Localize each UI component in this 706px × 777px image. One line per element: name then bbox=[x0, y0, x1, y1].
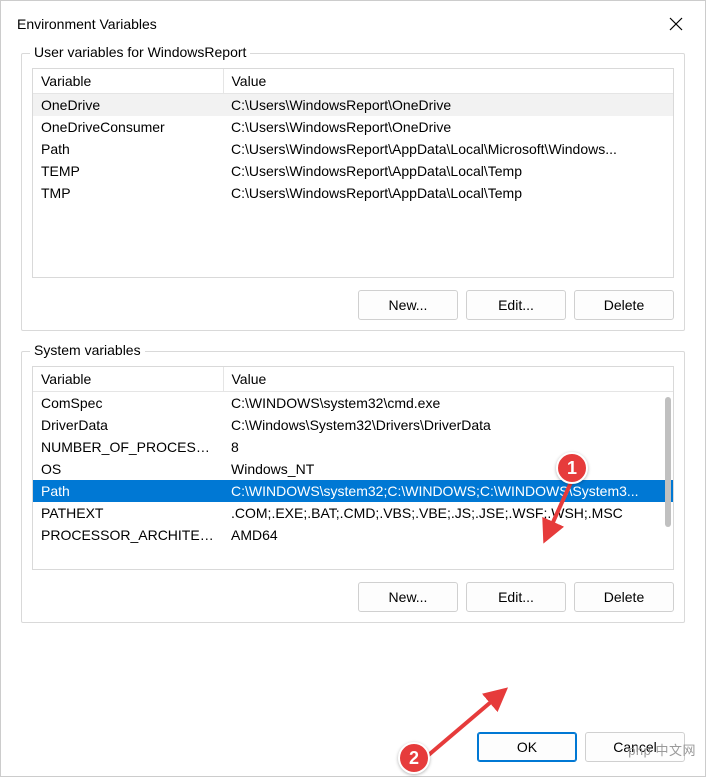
table-row[interactable]: TMPC:\Users\WindowsReport\AppData\Local\… bbox=[33, 182, 673, 204]
cell-variable: DriverData bbox=[33, 414, 223, 436]
dialog-buttons: OK Cancel bbox=[1, 728, 705, 776]
cell-variable: TEMP bbox=[33, 160, 223, 182]
user-delete-button[interactable]: Delete bbox=[574, 290, 674, 320]
table-row[interactable]: OneDriveConsumerC:\Users\WindowsReport\O… bbox=[33, 116, 673, 138]
user-vars-buttons: New... Edit... Delete bbox=[32, 290, 674, 320]
col-header-variable[interactable]: Variable bbox=[33, 69, 223, 94]
cell-variable: PATHEXT bbox=[33, 502, 223, 524]
close-button[interactable] bbox=[661, 9, 691, 39]
user-vars-table-wrap: Variable Value OneDriveC:\Users\WindowsR… bbox=[32, 68, 674, 278]
titlebar: Environment Variables bbox=[1, 1, 705, 47]
cell-variable: Path bbox=[33, 138, 223, 160]
user-vars-label: User variables for WindowsReport bbox=[30, 44, 250, 60]
system-vars-group: System variables Variable Value ComSpecC… bbox=[21, 351, 685, 623]
cell-value: C:\Users\WindowsReport\AppData\Local\Mic… bbox=[223, 138, 673, 160]
dialog-content: User variables for WindowsReport Variabl… bbox=[1, 47, 705, 728]
table-row[interactable]: PROCESSOR_ARCHITECTU...AMD64 bbox=[33, 524, 673, 546]
cell-value: Windows_NT bbox=[223, 458, 673, 480]
cell-value: C:\WINDOWS\system32;C:\WINDOWS;C:\WINDOW… bbox=[223, 480, 673, 502]
table-row[interactable]: PathC:\WINDOWS\system32;C:\WINDOWS;C:\WI… bbox=[33, 480, 673, 502]
user-vars-table[interactable]: Variable Value OneDriveC:\Users\WindowsR… bbox=[33, 69, 673, 204]
cell-value: C:\Users\WindowsReport\AppData\Local\Tem… bbox=[223, 160, 673, 182]
cell-variable: OneDrive bbox=[33, 94, 223, 117]
system-vars-label: System variables bbox=[30, 342, 145, 358]
cell-value: 8 bbox=[223, 436, 673, 458]
system-vars-table-wrap: Variable Value ComSpecC:\WINDOWS\system3… bbox=[32, 366, 674, 570]
cell-value: C:\Windows\System32\Drivers\DriverData bbox=[223, 414, 673, 436]
watermark: php 中文网 bbox=[628, 740, 696, 759]
table-header-row: Variable Value bbox=[33, 69, 673, 94]
system-vars-scrollbar[interactable] bbox=[665, 397, 671, 527]
cell-variable: PROCESSOR_ARCHITECTU... bbox=[33, 524, 223, 546]
table-row[interactable]: PathC:\Users\WindowsReport\AppData\Local… bbox=[33, 138, 673, 160]
cell-value: .COM;.EXE;.BAT;.CMD;.VBS;.VBE;.JS;.JSE;.… bbox=[223, 502, 673, 524]
cell-variable: OS bbox=[33, 458, 223, 480]
col-header-value[interactable]: Value bbox=[223, 367, 673, 392]
cell-variable: TMP bbox=[33, 182, 223, 204]
cell-variable: ComSpec bbox=[33, 392, 223, 415]
cell-value: C:\Users\WindowsReport\OneDrive bbox=[223, 94, 673, 117]
table-header-row: Variable Value bbox=[33, 367, 673, 392]
table-row[interactable]: OneDriveC:\Users\WindowsReport\OneDrive bbox=[33, 94, 673, 117]
user-new-button[interactable]: New... bbox=[358, 290, 458, 320]
col-header-variable[interactable]: Variable bbox=[33, 367, 223, 392]
cell-variable: OneDriveConsumer bbox=[33, 116, 223, 138]
cell-variable: Path bbox=[33, 480, 223, 502]
cell-value: C:\Users\WindowsReport\OneDrive bbox=[223, 116, 673, 138]
table-row[interactable]: PATHEXT.COM;.EXE;.BAT;.CMD;.VBS;.VBE;.JS… bbox=[33, 502, 673, 524]
ok-button[interactable]: OK bbox=[477, 732, 577, 762]
cell-value: AMD64 bbox=[223, 524, 673, 546]
cell-value: C:\WINDOWS\system32\cmd.exe bbox=[223, 392, 673, 415]
close-icon bbox=[669, 17, 683, 31]
table-row[interactable]: ComSpecC:\WINDOWS\system32\cmd.exe bbox=[33, 392, 673, 415]
cell-value: C:\Users\WindowsReport\AppData\Local\Tem… bbox=[223, 182, 673, 204]
table-row[interactable]: OSWindows_NT bbox=[33, 458, 673, 480]
system-delete-button[interactable]: Delete bbox=[574, 582, 674, 612]
table-row[interactable]: TEMPC:\Users\WindowsReport\AppData\Local… bbox=[33, 160, 673, 182]
env-vars-dialog: Environment Variables User variables for… bbox=[0, 0, 706, 777]
table-row[interactable]: NUMBER_OF_PROCESSORS8 bbox=[33, 436, 673, 458]
user-vars-group: User variables for WindowsReport Variabl… bbox=[21, 53, 685, 331]
table-row[interactable]: DriverDataC:\Windows\System32\Drivers\Dr… bbox=[33, 414, 673, 436]
system-new-button[interactable]: New... bbox=[358, 582, 458, 612]
cell-variable: NUMBER_OF_PROCESSORS bbox=[33, 436, 223, 458]
col-header-value[interactable]: Value bbox=[223, 69, 673, 94]
system-edit-button[interactable]: Edit... bbox=[466, 582, 566, 612]
user-edit-button[interactable]: Edit... bbox=[466, 290, 566, 320]
system-vars-table[interactable]: Variable Value ComSpecC:\WINDOWS\system3… bbox=[33, 367, 673, 546]
system-vars-buttons: New... Edit... Delete bbox=[32, 582, 674, 612]
window-title: Environment Variables bbox=[17, 16, 157, 32]
